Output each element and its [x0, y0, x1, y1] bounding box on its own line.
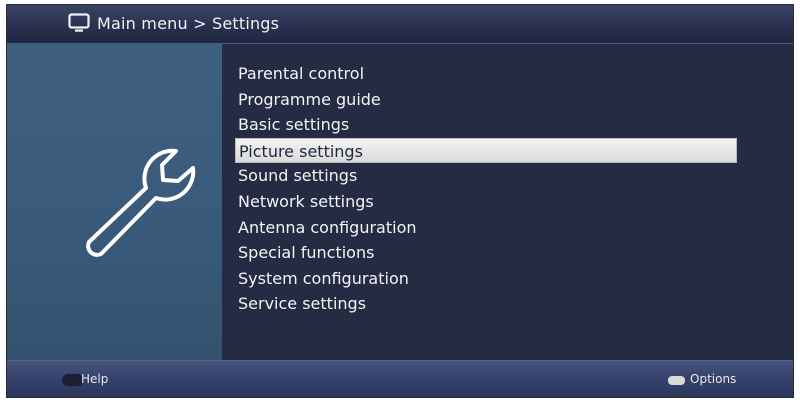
- menu-item-picture-settings[interactable]: Picture settings: [235, 137, 737, 164]
- help-label[interactable]: Help: [81, 372, 108, 386]
- menu-item-parental-control[interactable]: Parental control: [235, 61, 737, 87]
- wrench-icon: [86, 148, 196, 257]
- footer-bar: Help Options: [7, 360, 793, 397]
- menu-item-basic-settings[interactable]: Basic settings: [235, 112, 737, 138]
- tv-menu-screen: Main menu > Settings Parental control Pro…: [6, 4, 794, 398]
- tv-icon: [68, 13, 90, 32]
- menu-item-sound-settings[interactable]: Sound settings: [235, 163, 737, 189]
- menu-item-network-settings[interactable]: Network settings: [235, 189, 737, 215]
- menu-item-programme-guide[interactable]: Programme guide: [235, 87, 737, 113]
- options-button-icon[interactable]: [668, 376, 685, 385]
- settings-menu: Parental control Programme guide Basic set…: [235, 61, 737, 317]
- menu-item-system-configuration[interactable]: System configuration: [235, 266, 737, 292]
- breadcrumb: Main menu > Settings: [97, 14, 280, 33]
- menu-item-special-functions[interactable]: Special functions: [235, 240, 737, 266]
- options-label[interactable]: Options: [690, 372, 736, 386]
- menu-item-service-settings[interactable]: Service settings: [235, 291, 737, 317]
- category-panel: [7, 43, 222, 360]
- menu-item-antenna-configuration[interactable]: Antenna configuration: [235, 215, 737, 241]
- title-bar: Main menu > Settings: [7, 5, 793, 44]
